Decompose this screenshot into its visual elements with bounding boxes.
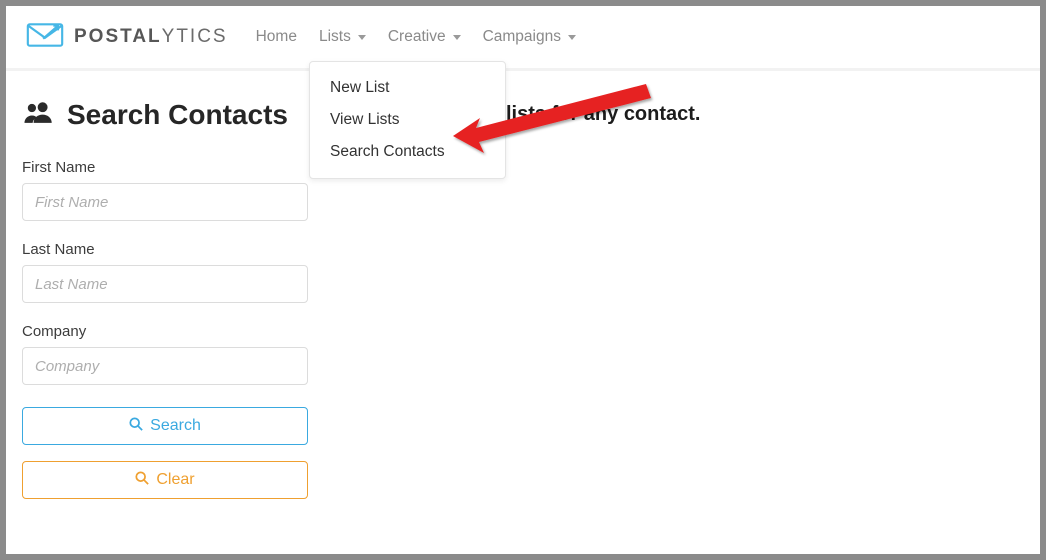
first-name-input[interactable] — [22, 183, 308, 221]
nav-campaigns-label: Campaigns — [483, 28, 561, 46]
last-name-label: Last Name — [22, 241, 308, 258]
search-icon — [129, 417, 143, 436]
top-nav-bar: POSTALYTICS Home Lists Creative Campaign… — [6, 6, 1040, 68]
lists-dropdown-menu: New List View Lists Search Contacts — [309, 61, 506, 179]
dropdown-item-view-lists[interactable]: View Lists — [310, 104, 505, 136]
nav-lists-label: Lists — [319, 28, 351, 46]
company-input[interactable] — [22, 347, 308, 385]
brand-wordmark: POSTALYTICS — [74, 26, 228, 48]
page-headline-partial: lists for any contact. — [506, 103, 701, 126]
caret-down-icon — [453, 35, 461, 40]
caret-down-icon — [358, 35, 366, 40]
nav-home-label: Home — [256, 28, 297, 46]
company-label: Company — [22, 323, 308, 340]
search-button[interactable]: Search — [22, 407, 308, 445]
dropdown-item-search-contacts[interactable]: Search Contacts — [310, 136, 505, 168]
nav-creative-label: Creative — [388, 28, 446, 46]
dropdown-item-new-list[interactable]: New List — [310, 72, 505, 104]
nav-home[interactable]: Home — [256, 28, 297, 46]
first-name-label: First Name — [22, 159, 308, 176]
last-name-input[interactable] — [22, 265, 308, 303]
clear-button[interactable]: Clear — [22, 461, 308, 499]
nav-lists[interactable]: Lists — [319, 28, 366, 46]
page-title: Search Contacts — [67, 99, 288, 131]
brand-logo: POSTALYTICS — [26, 22, 228, 53]
search-icon — [135, 471, 149, 490]
nav-creative[interactable]: Creative — [388, 28, 461, 46]
caret-down-icon — [568, 35, 576, 40]
search-form: First Name Last Name Company Search — [22, 159, 308, 499]
users-group-icon — [22, 101, 55, 130]
search-button-label: Search — [150, 417, 201, 435]
brand-envelope-icon — [26, 22, 64, 53]
nav-campaigns[interactable]: Campaigns — [483, 28, 576, 46]
clear-button-label: Clear — [156, 471, 194, 489]
